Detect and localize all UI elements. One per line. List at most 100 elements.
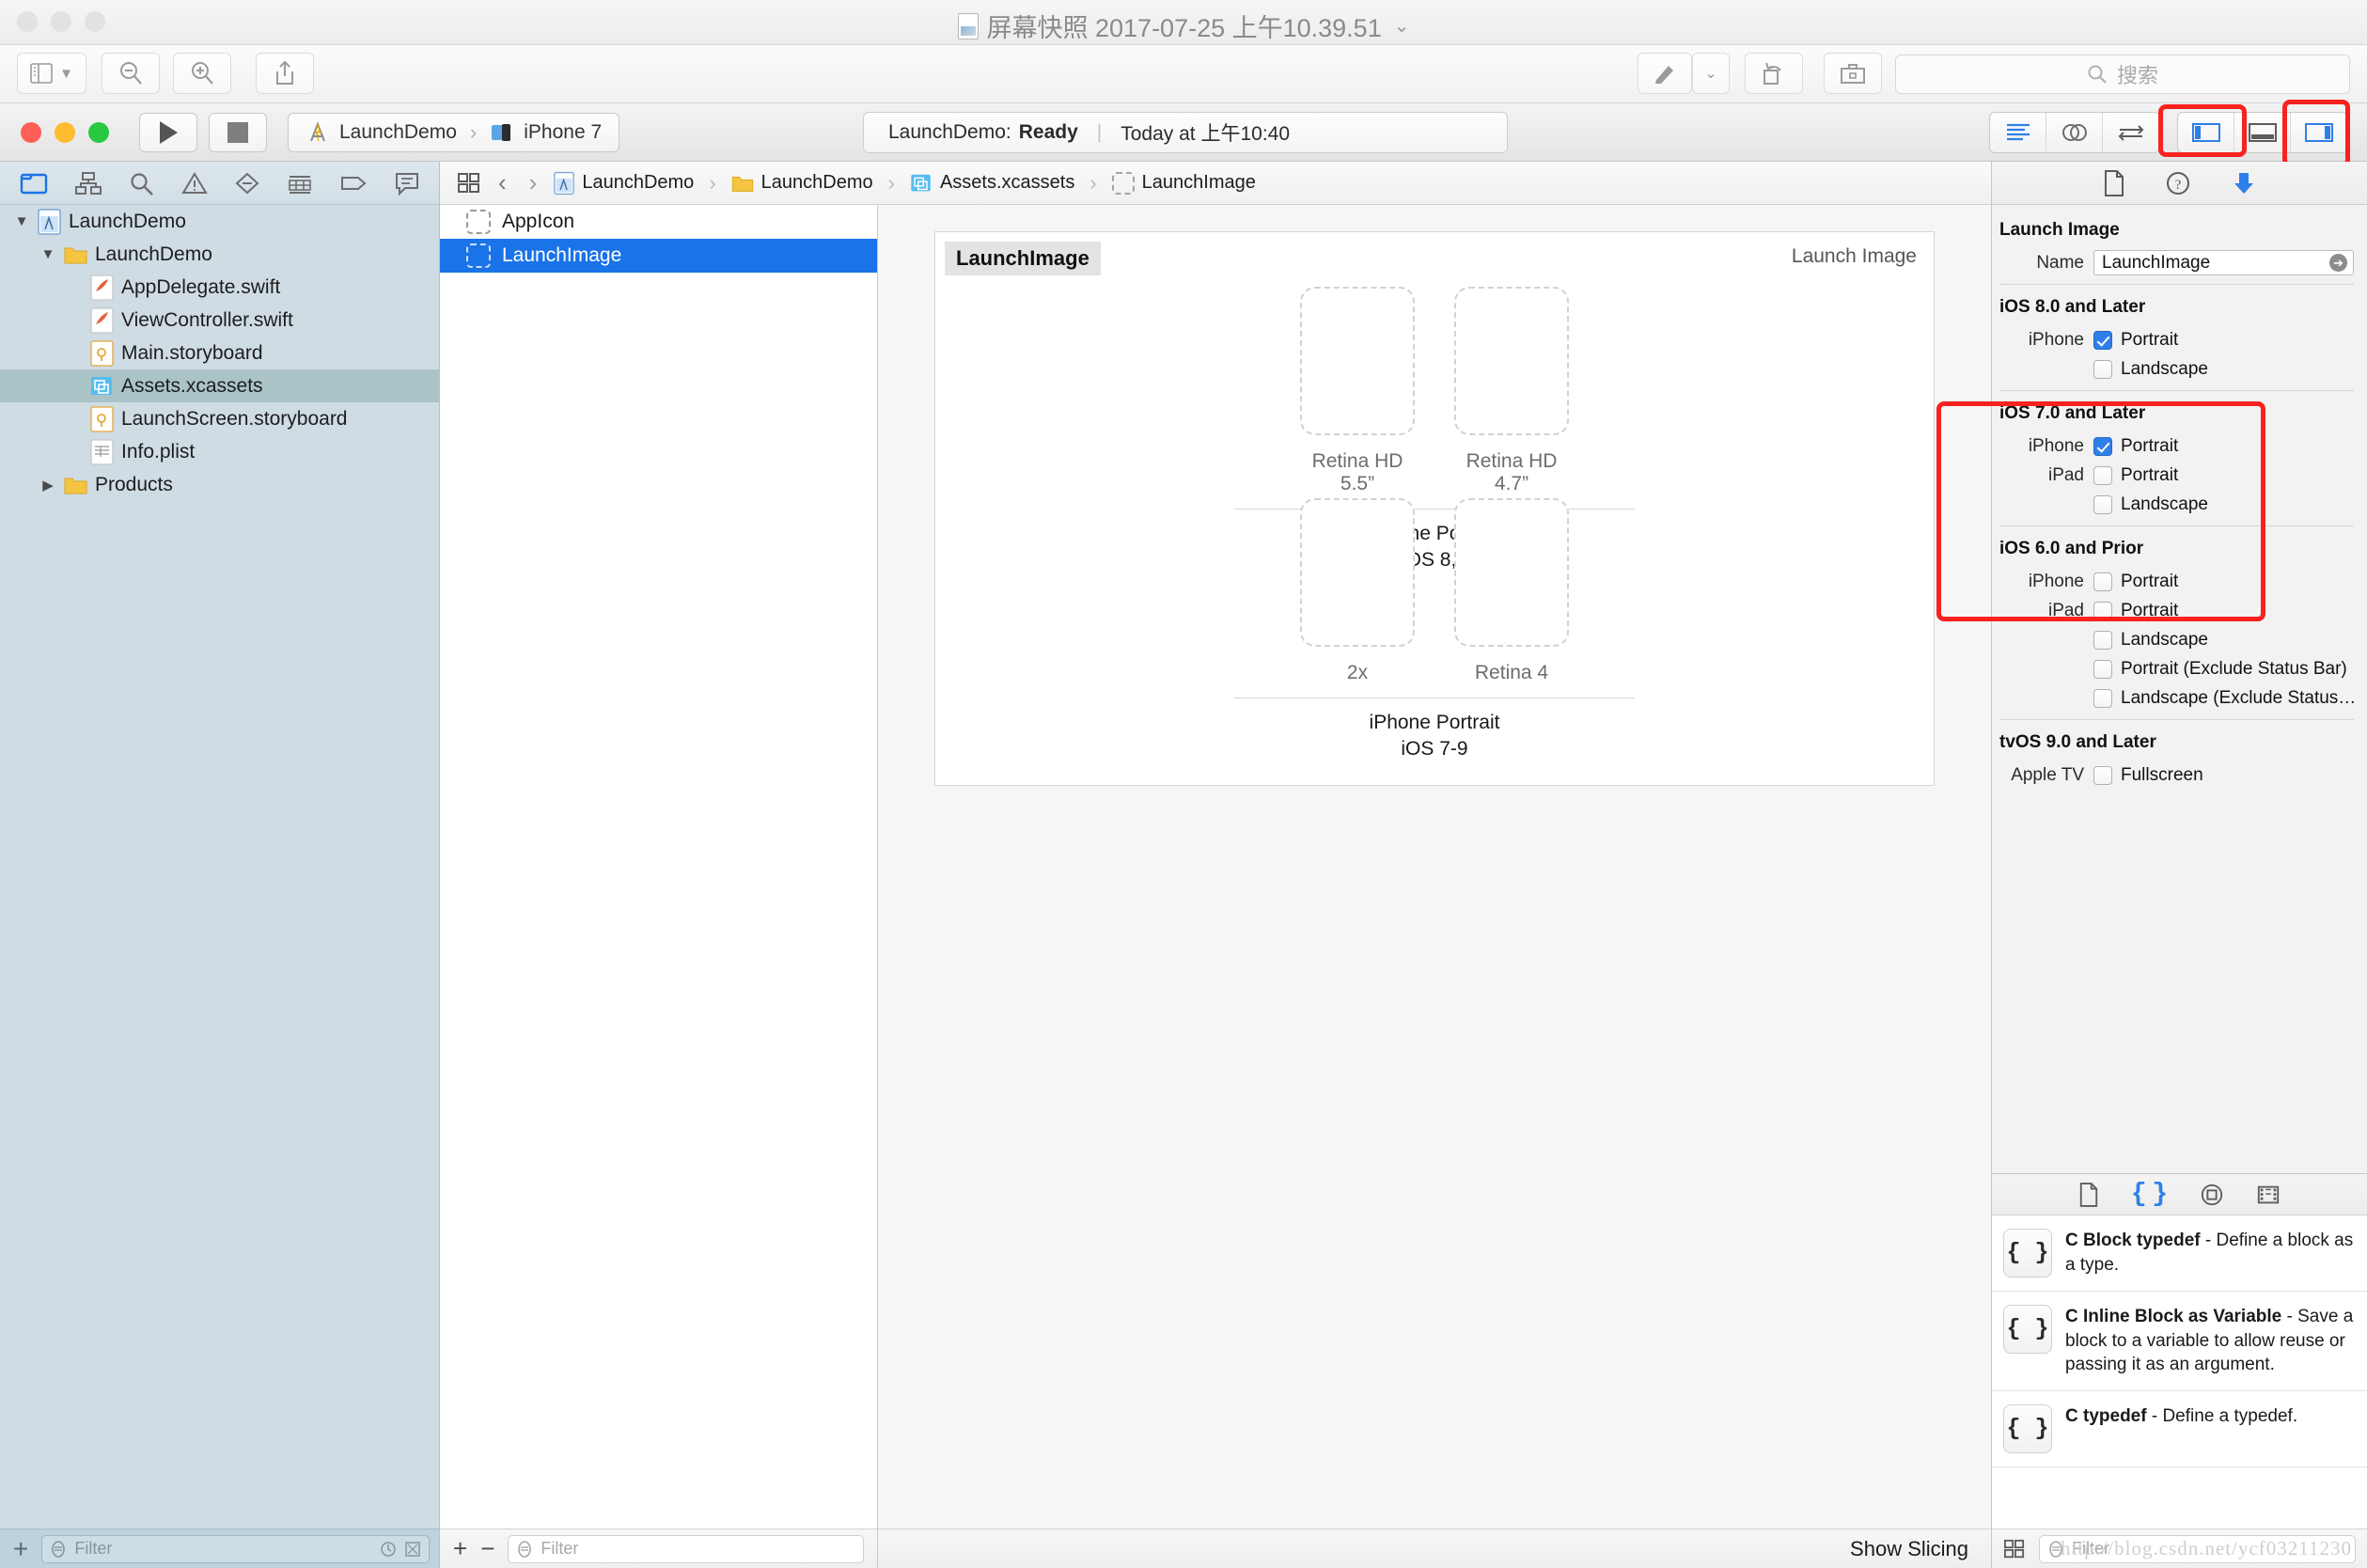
editor-mode-group[interactable]: [1989, 112, 2160, 153]
xcode-minimize-button[interactable]: [55, 121, 75, 143]
library-tab-bar[interactable]: { }: [1992, 1174, 2367, 1215]
image-slot[interactable]: Retina HD 4.7”: [1454, 287, 1569, 495]
asset-catalog-list[interactable]: AppIcon LaunchImage: [440, 205, 878, 1529]
preview-zoom-out-button[interactable]: [102, 53, 160, 94]
tree-row-viewcontroller[interactable]: ViewController.swift: [0, 304, 439, 337]
disclosure-triangle[interactable]: ▼: [13, 213, 30, 229]
option-row-ios80-iphone-portrait[interactable]: iPhone Portrait: [1992, 325, 2367, 354]
inspector-tab-bar[interactable]: ?: [1992, 162, 2367, 205]
asset-row-appicon[interactable]: AppIcon: [440, 205, 877, 239]
tree-row-main-storyboard[interactable]: Main.storyboard: [0, 337, 439, 369]
tag-navigator-tab[interactable]: [339, 171, 368, 196]
quick-help-inspector-tab[interactable]: ?: [2165, 170, 2191, 196]
library-filter-field[interactable]: Filter: [2039, 1534, 2356, 1563]
show-slicing-button[interactable]: Show Slicing: [1850, 1537, 1968, 1561]
assistant-editor-button[interactable]: [2046, 113, 2103, 152]
checkbox[interactable]: [2093, 436, 2112, 456]
view-toggle-group[interactable]: [2177, 112, 2348, 153]
asset-row-launchimage[interactable]: LaunchImage: [440, 239, 877, 273]
reveal-arrow-icon[interactable]: ➔: [2329, 254, 2347, 272]
preview-share-button[interactable]: [256, 53, 314, 94]
preview-markup-dropdown[interactable]: ⌄: [1692, 53, 1730, 94]
recent-files-filter-icon[interactable]: [380, 1541, 397, 1558]
checkbox[interactable]: [2093, 572, 2112, 591]
preview-zoom-in-button[interactable]: [173, 53, 231, 94]
symbol-navigator-tab[interactable]: [74, 171, 102, 196]
report-navigator-tab[interactable]: [287, 171, 313, 196]
find-navigator-tab[interactable]: [129, 171, 155, 196]
tree-row-launchscreen-storyboard[interactable]: LaunchScreen.storyboard: [0, 402, 439, 435]
attributes-inspector-tab[interactable]: [2231, 170, 2257, 196]
add-asset-button[interactable]: +: [453, 1534, 467, 1563]
option-row-ios60-iphone-portrait[interactable]: iPhone Portrait: [1992, 567, 2367, 596]
library-item[interactable]: { } C Block typedef - Define a block as …: [1992, 1215, 2367, 1292]
preview-sidebar-button[interactable]: ▼: [17, 53, 86, 94]
checkbox[interactable]: [2093, 359, 2112, 379]
project-file-tree[interactable]: ▼ LaunchDemo ▼ LaunchDemo AppDelegate.sw…: [0, 205, 439, 1529]
project-navigator-tab[interactable]: [20, 171, 48, 196]
library-item[interactable]: { } C Inline Block as Variable - Save a …: [1992, 1292, 2367, 1391]
option-row-ios70-ipad-portrait[interactable]: iPad Portrait: [1992, 461, 2367, 490]
stop-button[interactable]: [209, 112, 267, 152]
object-library-tab[interactable]: [2200, 1183, 2224, 1207]
code-snippet-library-tab[interactable]: { }: [2131, 1180, 2168, 1209]
breadcrumb-item-xcassets[interactable]: Assets.xcassets: [910, 171, 1074, 196]
preview-toolbox-button[interactable]: [1824, 53, 1882, 94]
option-row-ios70-landscape[interactable]: Landscape: [1992, 490, 2367, 519]
image-slot[interactable]: Retina 4: [1454, 498, 1569, 684]
breakpoint-navigator-tab[interactable]: [234, 171, 260, 196]
checkbox[interactable]: [2093, 659, 2112, 679]
disclosure-triangle[interactable]: ▼: [39, 246, 56, 262]
chevron-down-icon[interactable]: ⌄: [1394, 14, 1410, 38]
tree-row-products[interactable]: ▶ Products: [0, 468, 439, 501]
run-button[interactable]: [139, 112, 197, 152]
checkbox[interactable]: [2093, 765, 2112, 785]
preview-search-field[interactable]: 搜索: [1895, 55, 2350, 94]
checkbox[interactable]: [2093, 688, 2112, 708]
image-drop-well[interactable]: [1300, 498, 1415, 647]
breadcrumb-item-group[interactable]: LaunchDemo: [731, 171, 873, 196]
checkbox[interactable]: [2093, 465, 2112, 485]
remove-asset-button[interactable]: −: [480, 1534, 494, 1563]
tree-row-launchdemo-group[interactable]: ▼ LaunchDemo: [0, 238, 439, 271]
xcode-close-button[interactable]: [21, 121, 41, 143]
library-item[interactable]: { } C typedef - Define a typedef.: [1992, 1391, 2367, 1467]
navigator-tab-bar[interactable]: [0, 162, 439, 205]
version-editor-button[interactable]: [2103, 113, 2159, 152]
image-drop-well[interactable]: [1454, 498, 1569, 647]
tree-row-assets-xcassets[interactable]: Assets.xcassets: [0, 369, 439, 402]
breadcrumb-item-project[interactable]: LaunchDemo: [554, 171, 694, 196]
checkbox[interactable]: [2093, 494, 2112, 514]
tree-row-info-plist[interactable]: Info.plist: [0, 435, 439, 468]
image-drop-well[interactable]: [1300, 287, 1415, 435]
image-slot[interactable]: Retina HD 5.5”: [1300, 287, 1415, 495]
toggle-debug-area-button[interactable]: [2234, 113, 2291, 152]
preview-rotate-button[interactable]: [1745, 53, 1803, 94]
checkbox[interactable]: [2093, 630, 2112, 650]
navigator-filter-field[interactable]: Filter: [41, 1534, 430, 1563]
checkbox[interactable]: [2093, 601, 2112, 620]
file-inspector-tab[interactable]: [2103, 169, 2125, 196]
add-file-button[interactable]: +: [9, 1534, 32, 1564]
file-template-library-tab[interactable]: [2078, 1182, 2099, 1207]
option-row-ios80-landscape[interactable]: Landscape: [1992, 354, 2367, 384]
image-drop-well[interactable]: [1454, 287, 1569, 435]
library-layout-button[interactable]: [2003, 1539, 2026, 1560]
media-library-tab[interactable]: [2256, 1184, 2281, 1206]
tree-row-appdelegate[interactable]: AppDelegate.swift: [0, 271, 439, 304]
issue-navigator-tab[interactable]: [180, 171, 208, 196]
image-slot[interactable]: 2x: [1300, 498, 1415, 684]
option-row-ios60-ipad-portrait[interactable]: iPad Portrait: [1992, 596, 2367, 625]
breadcrumb-item-launchimage[interactable]: LaunchImage: [1111, 171, 1256, 195]
standard-editor-button[interactable]: [1990, 113, 2046, 152]
comment-navigator-tab[interactable]: [394, 171, 420, 196]
preview-markup-button[interactable]: [1638, 53, 1692, 94]
related-items-button[interactable]: [457, 172, 481, 195]
source-control-filter-icon[interactable]: [404, 1541, 421, 1558]
xcode-window-controls[interactable]: [21, 121, 109, 143]
xcode-zoom-button[interactable]: [88, 121, 109, 143]
option-row-ios60-landscape[interactable]: Landscape: [1992, 625, 2367, 654]
toggle-navigator-button[interactable]: [2178, 113, 2234, 152]
disclosure-triangle[interactable]: ▶: [39, 477, 56, 494]
back-button[interactable]: ‹: [493, 168, 512, 197]
